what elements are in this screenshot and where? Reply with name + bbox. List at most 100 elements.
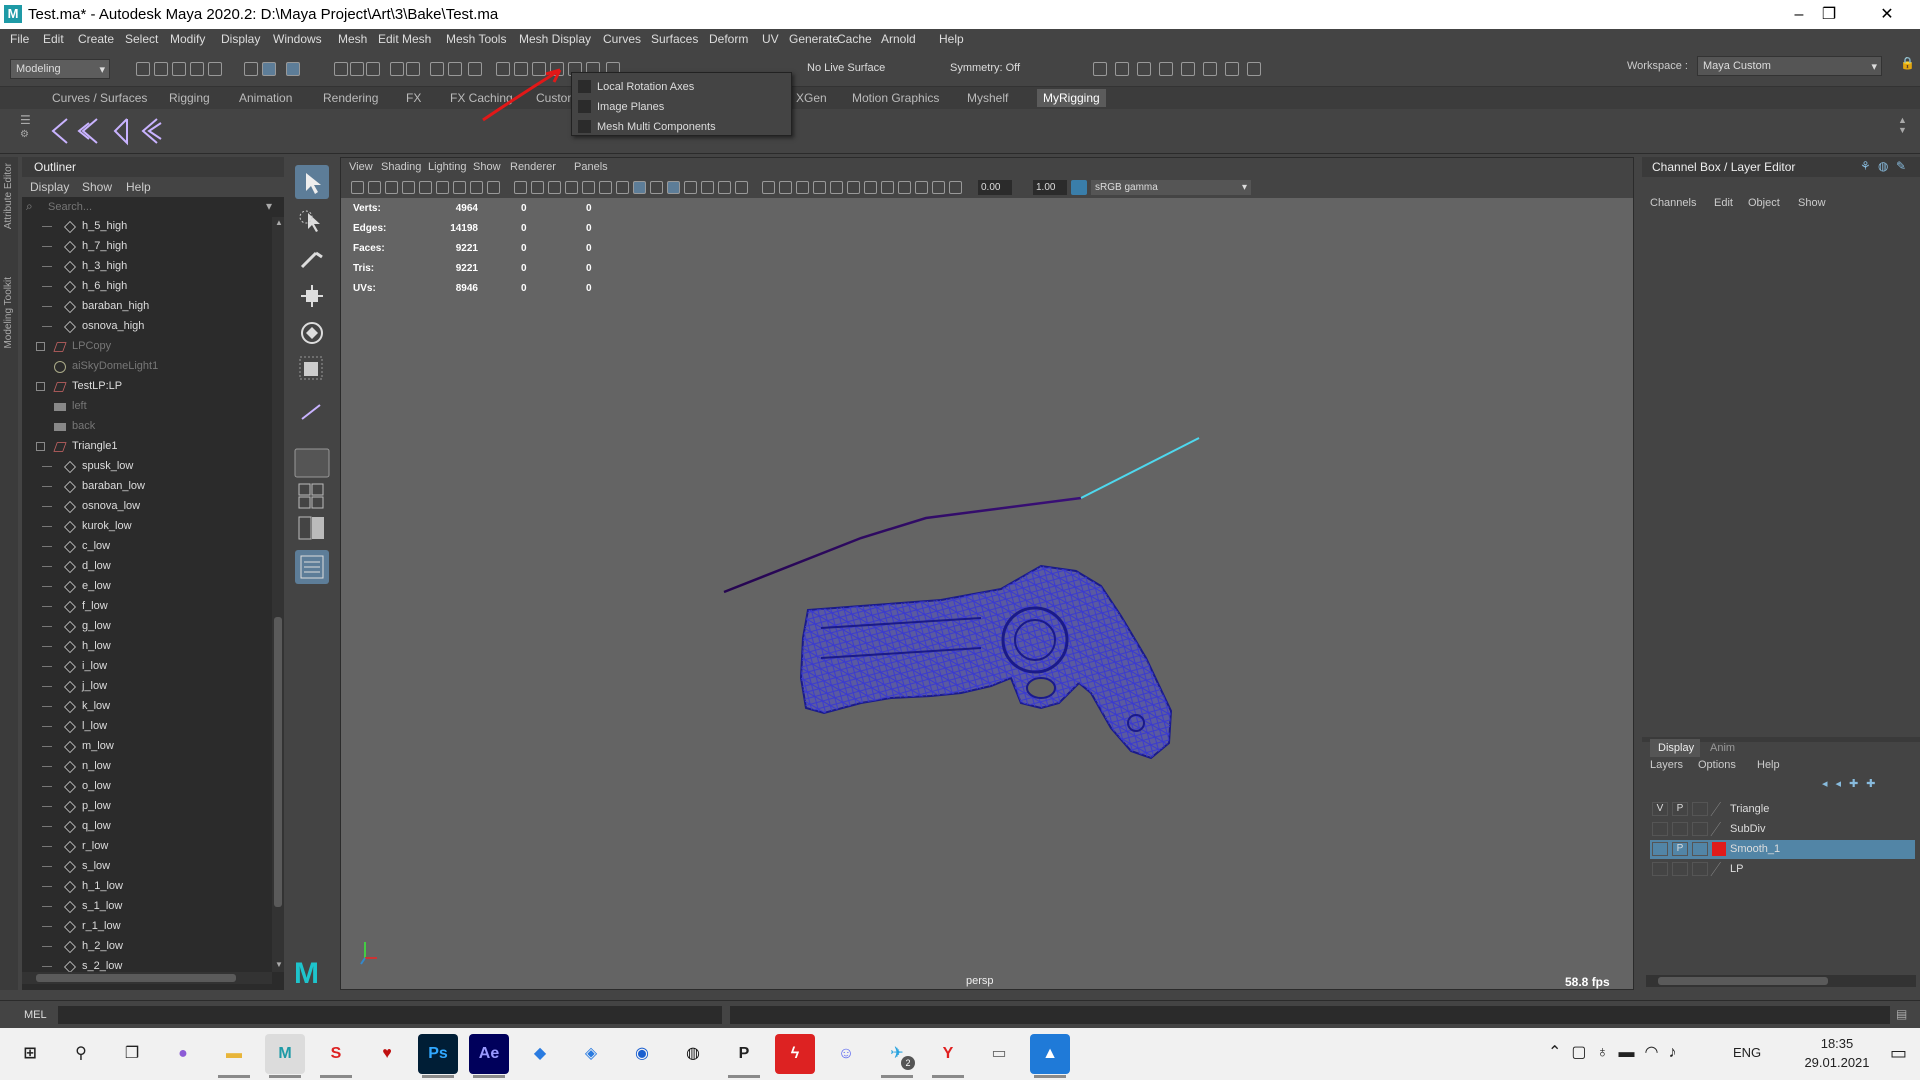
outliner-item[interactable]: h_7_high: [22, 237, 272, 257]
channel-icon[interactable]: ⚘: [1860, 159, 1871, 173]
app-blue2-icon[interactable]: ◈: [571, 1034, 611, 1074]
render-settings-icon[interactable]: [1159, 62, 1173, 76]
arnold-render-icon[interactable]: [1247, 62, 1261, 76]
shelf-scroll-icon[interactable]: ▲ ▼: [1898, 115, 1907, 135]
yandex-icon[interactable]: Y: [928, 1034, 968, 1078]
snap-view-icon[interactable]: [406, 62, 420, 76]
outliner-item[interactable]: f_low: [22, 597, 272, 617]
file-explorer-icon[interactable]: ▬: [214, 1034, 254, 1078]
snap-point-icon[interactable]: [366, 62, 380, 76]
layer-row[interactable]: V P Triangle: [1650, 800, 1915, 819]
app-heart-icon[interactable]: ♥: [367, 1034, 407, 1074]
layer-playback-toggle[interactable]: P: [1672, 842, 1688, 856]
outliner-item[interactable]: g_low: [22, 617, 272, 637]
restore-button[interactable]: ❐: [1800, 0, 1858, 29]
outliner-search-input[interactable]: [48, 199, 262, 215]
menu-display[interactable]: Display: [221, 32, 260, 46]
menu-deform[interactable]: Deform: [709, 32, 748, 46]
device-icon[interactable]: ▢: [1571, 1044, 1596, 1061]
redo-icon[interactable]: [208, 62, 222, 76]
outliner-item[interactable]: r_1_low: [22, 917, 272, 937]
menu-item-image-planes[interactable]: Image Planes: [597, 101, 664, 113]
render-frame-icon[interactable]: [1093, 62, 1107, 76]
outliner-item[interactable]: p_low: [22, 797, 272, 817]
shelf-tab-fx[interactable]: FX: [406, 91, 421, 105]
microphone-icon[interactable]: ♁: [1597, 1044, 1619, 1061]
outliner-item[interactable]: m_low: [22, 737, 272, 757]
outliner-item[interactable]: h_3_high: [22, 257, 272, 277]
modeling-toolkit-tab[interactable]: Modeling Toolkit: [3, 277, 14, 349]
outliner-item[interactable]: osnova_high: [22, 317, 272, 337]
save-scene-icon[interactable]: [172, 62, 186, 76]
select-object-icon[interactable]: [262, 62, 276, 76]
undo-icon[interactable]: [190, 62, 204, 76]
expand-toggle-icon[interactable]: [36, 382, 45, 391]
layer-playback-toggle[interactable]: P: [1672, 802, 1688, 816]
menu-mesh-tools[interactable]: Mesh Tools: [446, 32, 506, 46]
outliner-item[interactable]: left: [22, 397, 272, 417]
outliner-item[interactable]: c_low: [22, 537, 272, 557]
pause-icon[interactable]: [1225, 62, 1239, 76]
channel-menu-edit[interactable]: Edit: [1714, 197, 1733, 209]
layer-hscrollbar[interactable]: [1646, 975, 1916, 987]
wifi-icon[interactable]: ◠: [1645, 1044, 1669, 1061]
hscroll-thumb[interactable]: [36, 974, 236, 982]
channel-menu-object[interactable]: Object: [1748, 197, 1780, 209]
hypershade-icon[interactable]: [1181, 62, 1195, 76]
help-question-icon[interactable]: [430, 62, 444, 76]
outliner-menu-help[interactable]: Help: [126, 180, 151, 194]
menu-windows[interactable]: Windows: [273, 32, 322, 46]
layer-type-toggle[interactable]: [1692, 842, 1708, 856]
notification-icon[interactable]: ▭: [1890, 1043, 1907, 1064]
live-surface-label[interactable]: No Live Surface: [807, 62, 885, 74]
outliner-item[interactable]: kurok_low: [22, 517, 272, 537]
expand-toggle-icon[interactable]: [36, 342, 45, 351]
menu-file[interactable]: File: [10, 32, 29, 46]
attribute-editor-tab[interactable]: Attribute Editor: [3, 163, 14, 229]
shelf-tab-myrigging[interactable]: MyRigging: [1037, 89, 1106, 107]
shelf-tab-rigging[interactable]: Rigging: [169, 91, 210, 105]
app-purple-icon[interactable]: ●: [163, 1034, 203, 1074]
layer-visibility-toggle[interactable]: V: [1652, 802, 1668, 816]
layer-row[interactable]: SubDiv: [1650, 820, 1915, 839]
shelf-tab-animation[interactable]: Animation: [239, 91, 292, 105]
layer-color-swatch[interactable]: [1710, 802, 1728, 816]
outliner-item[interactable]: s_1_low: [22, 897, 272, 917]
channel-menu-show[interactable]: Show: [1798, 197, 1826, 209]
layer-color-swatch[interactable]: [1712, 842, 1726, 856]
lock-selection-icon[interactable]: [448, 62, 462, 76]
shelf-tab-curves-surfaces[interactable]: Curves / Surfaces: [52, 91, 147, 105]
workspace-dropdown[interactable]: Maya Custom ▾: [1697, 56, 1882, 76]
shelf-tab-motion-graphics[interactable]: Motion Graphics: [852, 91, 939, 105]
outliner-item[interactable]: baraban_low: [22, 477, 272, 497]
app-window-icon[interactable]: ▭: [979, 1034, 1019, 1074]
layer-type-toggle[interactable]: [1692, 802, 1708, 816]
lock-icon[interactable]: 🔒: [1900, 56, 1915, 70]
outliner-item[interactable]: i_low: [22, 657, 272, 677]
symmetry-label[interactable]: Symmetry: Off: [950, 62, 1020, 74]
tab-anim[interactable]: Anim: [1710, 742, 1735, 754]
shelf-tab-rendering[interactable]: Rendering: [323, 91, 378, 105]
search-icon[interactable]: ⚲: [61, 1034, 101, 1074]
layer-visibility-toggle[interactable]: [1652, 842, 1668, 856]
close-button[interactable]: ✕: [1858, 0, 1916, 29]
layer-type-toggle[interactable]: [1692, 862, 1708, 876]
outliner-item[interactable]: LPCopy: [22, 337, 272, 357]
shelf-menu-icon[interactable]: ☰: [20, 113, 31, 127]
clock-time[interactable]: 18:35: [1802, 1036, 1872, 1051]
menu-generate[interactable]: Generate: [789, 32, 839, 46]
chevron-down-icon[interactable]: ▾: [266, 199, 272, 213]
task-view-icon[interactable]: ❐: [112, 1034, 152, 1074]
mel-label[interactable]: MEL: [24, 1009, 47, 1021]
menu-item-local-rotation-axes[interactable]: Local Rotation Axes: [597, 81, 694, 93]
shelf-tab-myshelf[interactable]: Myshelf: [967, 91, 1008, 105]
menu-edit[interactable]: Edit: [43, 32, 64, 46]
volume-icon[interactable]: ♪: [1669, 1044, 1687, 1061]
outliner-scrollbar[interactable]: ▲ ▼: [272, 217, 284, 972]
menu-edit-mesh[interactable]: Edit Mesh: [378, 32, 431, 46]
outliner-item[interactable]: Triangle1: [22, 437, 272, 457]
chevron-down-icon[interactable]: ▼: [275, 960, 283, 969]
outliner-item[interactable]: h_1_low: [22, 877, 272, 897]
menu-surfaces[interactable]: Surfaces: [651, 32, 698, 46]
new-layer-selected-icon[interactable]: ✚: [1866, 778, 1883, 790]
